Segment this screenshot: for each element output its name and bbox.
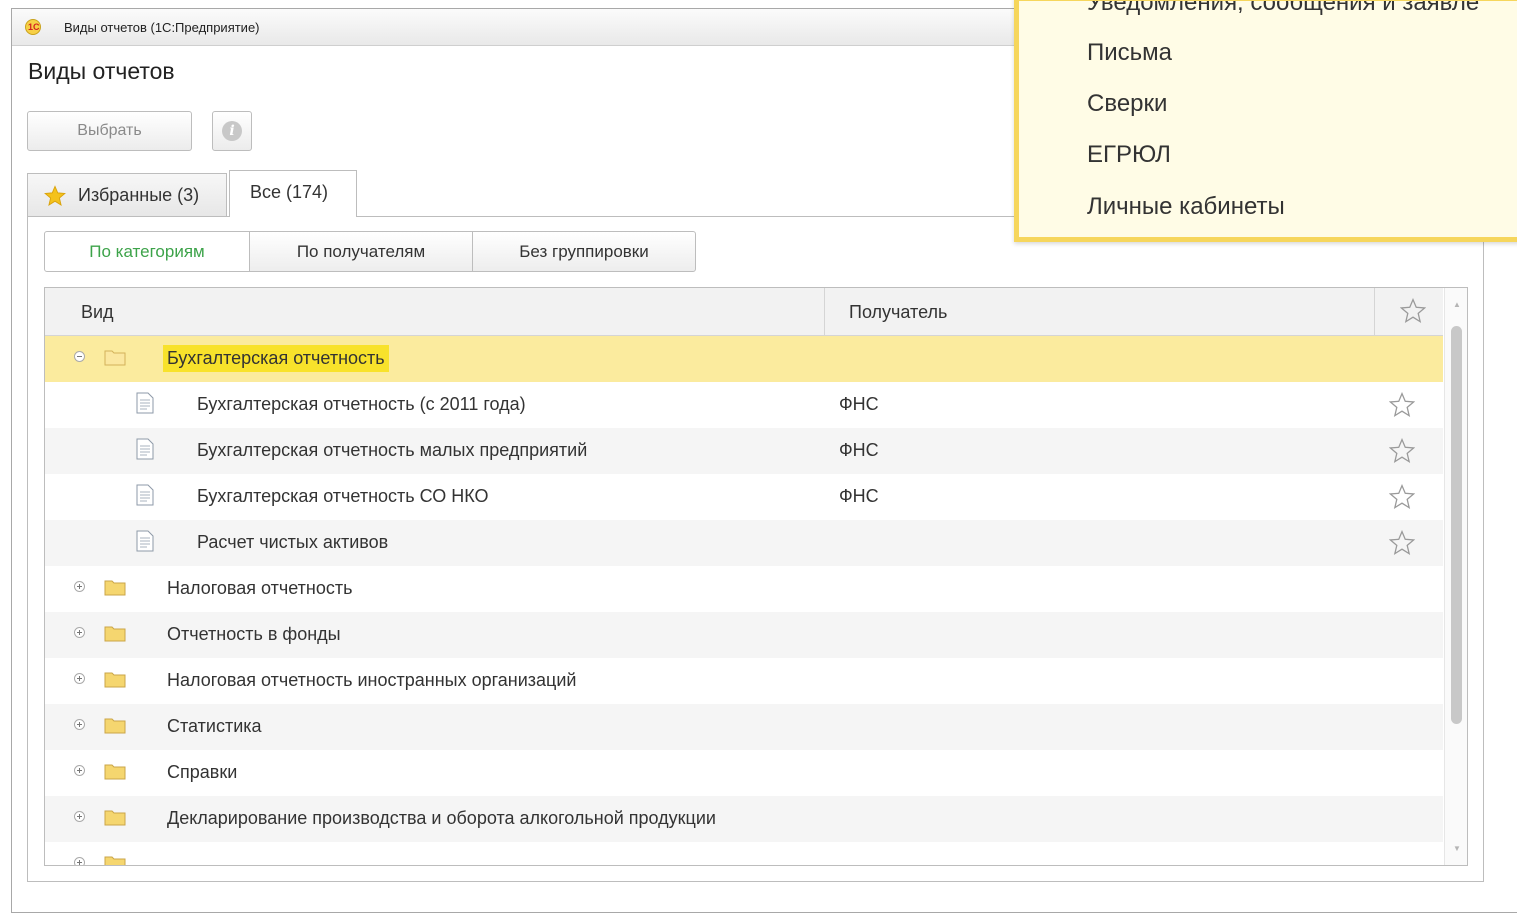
row-name: Справки [167,762,238,782]
table-row[interactable]: Бухгалтерская отчетность СО НКО ФНС [45,474,1443,520]
group-by-recipient-button[interactable]: По получателям [249,231,473,272]
table-row[interactable]: Бухгалтерская отчетность (с 2011 года) Ф… [45,382,1443,428]
table-row[interactable]: Справки [45,750,1443,796]
table-row[interactable]: Налоговая отчетность иностранных организ… [45,658,1443,704]
star-icon [44,185,66,206]
star-outline-icon[interactable] [1389,530,1415,556]
row-name: Бухгалтерская отчетность малых предприят… [197,440,588,460]
row-name: Налоговая отчетность [167,578,353,598]
select-button[interactable]: Выбрать [27,111,192,151]
row-name: Бухгалтерская отчетность (с 2011 года) [197,394,526,414]
table-row[interactable]: Отчетность в фонды [45,612,1443,658]
expand-icon[interactable] [74,811,85,822]
row-recipient: ФНС [839,394,879,414]
page-title: Виды отчетов [28,58,175,84]
scrollbar-thumb[interactable] [1451,326,1462,724]
expand-icon[interactable] [74,857,85,865]
tab-favorites[interactable]: Избранные (3) [27,173,227,216]
row-name: Расчет чистых активов [197,532,389,552]
table-body: Бухгалтерская отчетность Бухгалтерская о… [45,336,1443,865]
star-outline-icon[interactable] [1389,438,1415,464]
star-outline-icon[interactable] [1389,392,1415,418]
window-title: Виды отчетов (1С:Предприятие) [64,20,260,35]
row-name: Статистика [167,716,262,736]
table-row[interactable]: Статистика [45,704,1443,750]
table-row[interactable]: Бухгалтерская отчетность малых предприят… [45,428,1443,474]
row-name: Отчетность в фонды [167,624,341,644]
1c-logo-icon[interactable]: 1С [25,19,41,35]
folder-icon [104,718,126,734]
table-row[interactable]: Расчет чистых активов [45,520,1443,566]
reports-table: Вид Получатель Бухгалтерская отчетность … [44,287,1468,866]
row-name: Бухгалтерская отчетность СО НКО [197,486,489,506]
folder-icon [104,350,126,366]
expand-icon[interactable] [74,673,85,684]
vertical-scrollbar[interactable]: ▲ ▼ [1444,288,1467,865]
popup-item-letters[interactable]: Письма [1087,39,1172,67]
star-outline-icon[interactable] [1400,298,1426,324]
column-header-type[interactable]: Вид [81,302,114,323]
row-recipient: ФНС [839,440,879,460]
document-icon [136,484,154,506]
scroll-down-icon[interactable]: ▼ [1453,844,1461,853]
expand-icon[interactable] [74,627,85,638]
document-icon [136,530,154,552]
collapse-icon[interactable] [74,351,85,362]
table-row[interactable] [45,842,1443,865]
table-row[interactable]: Налоговая отчетность [45,566,1443,612]
table-row[interactable]: Декларирование производства и оборота ал… [45,796,1443,842]
tab-all[interactable]: Все (174) [229,170,357,217]
popup-item-cabinets[interactable]: Личные кабинеты [1087,193,1285,221]
popup-item-egrul[interactable]: ЕГРЮЛ [1087,141,1171,169]
popup-item-reconciliations[interactable]: Сверки [1087,90,1167,118]
column-header-recipient[interactable]: Получатель [849,302,947,323]
folder-icon [104,764,126,780]
folder-icon [104,626,126,642]
folder-icon [104,810,126,826]
no-grouping-button[interactable]: Без группировки [472,231,696,272]
star-outline-icon[interactable] [1389,484,1415,510]
row-name: Налоговая отчетность иностранных организ… [167,670,577,690]
group-by-category-button[interactable]: По категориям [44,231,250,272]
table-row[interactable]: Бухгалтерская отчетность [45,336,1443,382]
tab-favorites-label: Избранные (3) [78,185,200,205]
folder-icon [104,672,126,688]
info-button[interactable]: i [212,111,252,151]
column-divider[interactable] [824,288,825,335]
document-icon [136,438,154,460]
folder-icon [104,856,126,865]
expand-icon[interactable] [74,581,85,592]
dropdown-popup: Уведомления, сообщения и заявле Письма С… [1014,0,1517,242]
table-header: Вид Получатель [45,288,1443,336]
row-name: Бухгалтерская отчетность [163,345,389,372]
expand-icon[interactable] [74,765,85,776]
column-divider[interactable] [1374,288,1375,335]
tab-all-label: Все (174) [250,182,329,202]
info-icon: i [222,121,242,141]
folder-icon [104,580,126,596]
popup-item-notifications[interactable]: Уведомления, сообщения и заявле [1087,1,1479,17]
logo-text: 1С [28,22,40,32]
document-icon [136,392,154,414]
expand-icon[interactable] [74,719,85,730]
row-name: Декларирование производства и оборота ал… [167,808,716,828]
row-recipient: ФНС [839,486,879,506]
scroll-up-icon[interactable]: ▲ [1453,300,1461,309]
